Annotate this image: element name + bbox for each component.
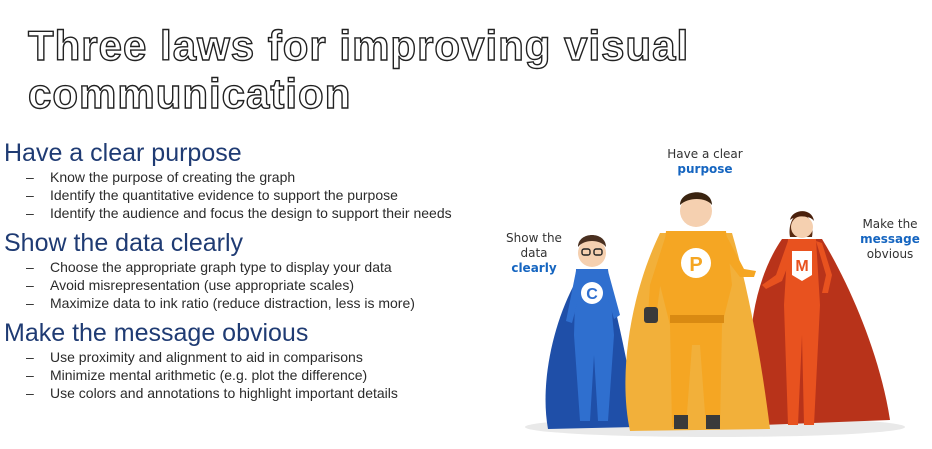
bullet-text: Avoid misrepresentation (use appropriate… bbox=[50, 277, 355, 293]
bullet-item: – Identify the quantitative evidence to s… bbox=[26, 187, 398, 203]
bullet-item: – Use colors and annotations to highlight… bbox=[26, 385, 398, 401]
bullet-text: Choose the appropriate graph type to dis… bbox=[50, 259, 392, 275]
letter-p: P bbox=[689, 254, 702, 276]
bullet-text: Know the purpose of creating the graph bbox=[50, 169, 296, 185]
bullet-text: Identify the quantitative evidence to su… bbox=[50, 187, 398, 203]
heroes-drawing: M C P bbox=[525, 192, 905, 437]
bullet-item: – Use proximity and alignment to aid in c… bbox=[26, 349, 363, 365]
letter-m: M bbox=[795, 258, 808, 275]
cape-red bbox=[750, 239, 890, 425]
bullet-text: Use proximity and alignment to aid in co… bbox=[50, 349, 363, 365]
head-m bbox=[791, 216, 813, 238]
law-heading: Have a clear purpose bbox=[4, 139, 242, 167]
bullet-item: – Know the purpose of creating the graph bbox=[26, 169, 296, 185]
bullet-text: Identify the audience and focus the desi… bbox=[50, 205, 452, 221]
bullet-text: Minimize mental arithmetic (e.g. plot th… bbox=[50, 367, 368, 383]
bullet-text: Maximize data to ink ratio (reduce distr… bbox=[50, 295, 415, 311]
law-bullets: – Know the purpose of creating the graph … bbox=[4, 168, 524, 222]
bullet-item: – Minimize mental arithmetic (e.g. plot t… bbox=[26, 367, 368, 383]
law-heading: Make the message obvious bbox=[4, 319, 309, 347]
hero-p: P bbox=[625, 192, 770, 431]
bullet-item: – Choose the appropriate graph type to di… bbox=[26, 259, 392, 275]
law-purpose: Have a clear purpose – Know the purpose o… bbox=[4, 138, 524, 222]
law-message: Make the message obvious – Use proximity … bbox=[4, 318, 524, 402]
bullet-item: – Maximize data to ink ratio (reduce dist… bbox=[26, 295, 415, 311]
law-bullets: – Choose the appropriate graph type to di… bbox=[4, 258, 524, 312]
slide-title: Three laws for improving visual communic… bbox=[27, 21, 690, 118]
law-bullets: – Use proximity and alignment to aid in c… bbox=[4, 348, 524, 402]
bullet-item: – Identify the audience and focus the des… bbox=[26, 205, 452, 221]
superhero-illustration: Have a clear purpose Show the data clear… bbox=[500, 135, 930, 445]
belt-p bbox=[670, 315, 724, 323]
hero-m: M bbox=[750, 211, 890, 425]
laws-list: Have a clear purpose – Know the purpose o… bbox=[4, 138, 524, 408]
slide-title-line-1: Three laws for improving visual bbox=[27, 21, 690, 69]
hero-c: C bbox=[545, 235, 638, 429]
slide-title-line-2: communication bbox=[27, 69, 352, 117]
bullet-text: Use colors and annotations to highlight … bbox=[50, 385, 398, 401]
law-data: Show the data clearly – Choose the approp… bbox=[4, 228, 524, 312]
letter-c: C bbox=[586, 286, 598, 303]
law-heading: Show the data clearly bbox=[4, 229, 244, 257]
bullet-item: – Avoid misrepresentation (use appropriat… bbox=[26, 277, 355, 293]
